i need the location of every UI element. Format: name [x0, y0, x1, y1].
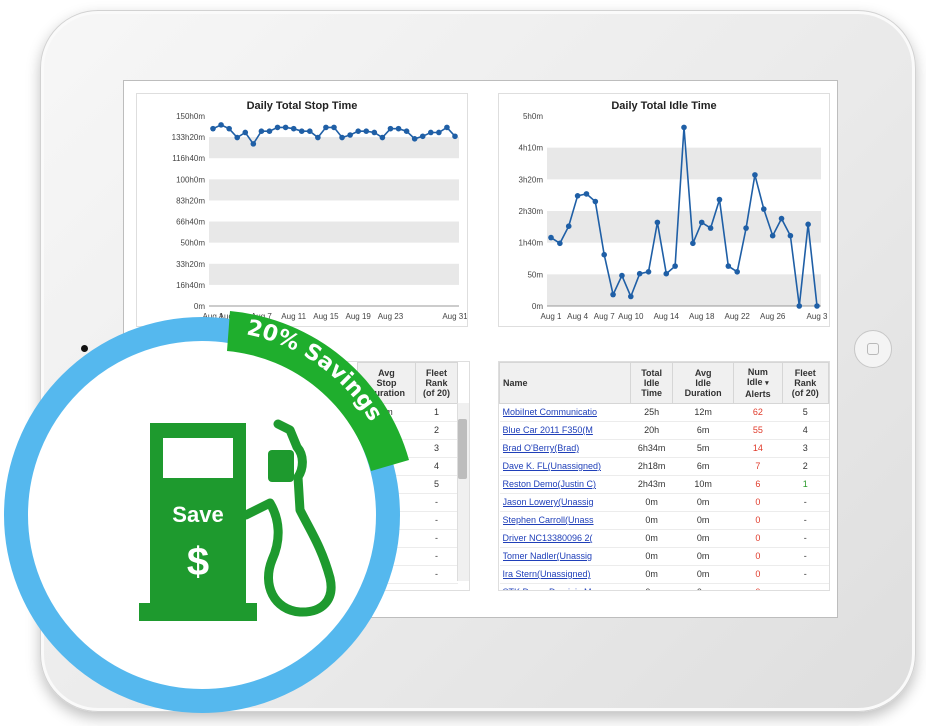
pump-display [163, 438, 233, 478]
savings-badge: 20% Savings Save $ [4, 311, 409, 713]
pump-dollar-symbol: $ [187, 540, 209, 584]
pump-save-label: Save [172, 502, 223, 527]
pump-base [139, 603, 257, 621]
pump-nozzle [268, 450, 294, 482]
